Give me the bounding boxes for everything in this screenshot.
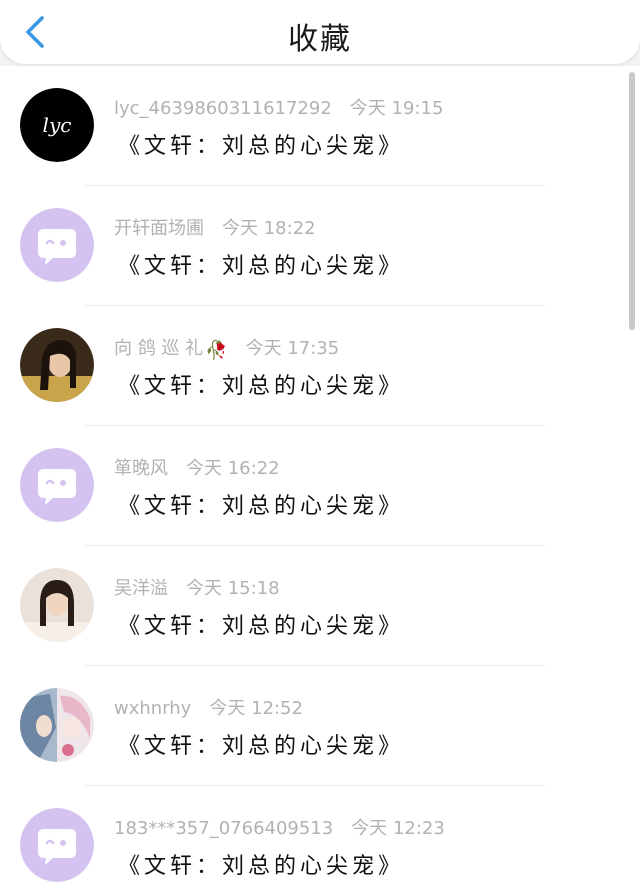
list-item[interactable]: wxhnrhy 今天 12:52 《文轩：刘总的心尖宠》 [0,666,640,786]
sender-name: 箪晚风 [114,458,168,479]
top-bar: 收藏 [0,0,640,64]
timestamp: 今天 12:52 [209,698,303,719]
user-avatar[interactable] [20,808,94,882]
timestamp: 今天 15:18 [186,578,280,599]
photo-avatar-girl-dark [20,328,94,402]
sender-name: 183***357_0766409513 [114,818,334,839]
timestamp: 今天 17:35 [245,338,340,359]
item-meta: wxhnrhy 今天 12:52 [114,694,303,720]
wilted-rose-emoji: 🥀 [205,340,228,361]
default-chat-avatar-icon [20,808,94,882]
user-avatar[interactable] [20,568,94,642]
sender-name: 吴洋溢 [114,578,168,599]
sender-name: lyc_4639860311617292 [114,98,332,119]
sender-name: 向 鸽 巡 礼 [114,338,204,359]
item-meta: 箪晚风 今天 16:22 [114,454,280,480]
message-text: 《文轩：刘总的心尖宠》 [118,134,405,159]
message-text: 《文轩：刘总的心尖宠》 [118,374,405,399]
message-text: 《文轩：刘总的心尖宠》 [118,494,405,519]
user-avatar[interactable] [20,688,94,762]
message-text: 《文轩：刘总的心尖宠》 [118,854,405,879]
default-chat-avatar-icon [20,448,94,522]
default-chat-avatar-icon [20,208,94,282]
user-avatar[interactable] [20,328,94,402]
message-text: 《文轩：刘总的心尖宠》 [118,254,405,279]
svg-text:lyc: lyc [43,113,72,137]
timestamp: 今天 19:15 [349,98,444,119]
item-meta: 183***357_0766409513 今天 12:23 [114,814,445,840]
sender-name: wxhnrhy [114,698,192,719]
list-item[interactable]: 吴洋溢 今天 15:18 《文轩：刘总的心尖宠》 [0,546,640,666]
list-item[interactable]: 开轩面场圃 今天 18:22 《文轩：刘总的心尖宠》 [0,186,640,306]
item-meta: 吴洋溢 今天 15:18 [114,574,280,600]
timestamp: 今天 18:22 [222,218,316,239]
photo-avatar-girl-light [20,568,94,642]
list-item[interactable]: 箪晚风 今天 16:22 《文轩：刘总的心尖宠》 [0,426,640,546]
list-item[interactable]: 向 鸽 巡 礼 🥀 今天 17:35 《文轩：刘总的心尖宠》 [0,306,640,426]
list-item[interactable]: 183***357_0766409513 今天 12:23 《文轩：刘总的心尖宠》 [0,786,640,892]
anime-avatar [20,688,94,762]
timestamp: 今天 16:22 [186,458,280,479]
list-item[interactable]: lyc lyc_4639860311617292 今天 19:15 《文轩：刘总的… [0,66,640,186]
item-meta: lyc_4639860311617292 今天 19:15 [114,94,443,120]
favorites-list[interactable]: lyc lyc_4639860311617292 今天 19:15 《文轩：刘总的… [0,66,640,892]
lyc-logo-avatar: lyc [20,88,94,162]
message-text: 《文轩：刘总的心尖宠》 [118,614,405,639]
scrollbar[interactable] [629,72,635,330]
user-avatar[interactable] [20,448,94,522]
user-avatar[interactable] [20,208,94,282]
item-meta: 开轩面场圃 今天 18:22 [114,214,316,240]
item-meta: 向 鸽 巡 礼 🥀 今天 17:35 [114,334,339,361]
page-title: 收藏 [288,22,352,57]
timestamp: 今天 12:23 [351,818,445,839]
user-avatar[interactable]: lyc [20,88,94,162]
sender-name: 开轩面场圃 [114,218,204,239]
message-text: 《文轩：刘总的心尖宠》 [118,734,405,759]
